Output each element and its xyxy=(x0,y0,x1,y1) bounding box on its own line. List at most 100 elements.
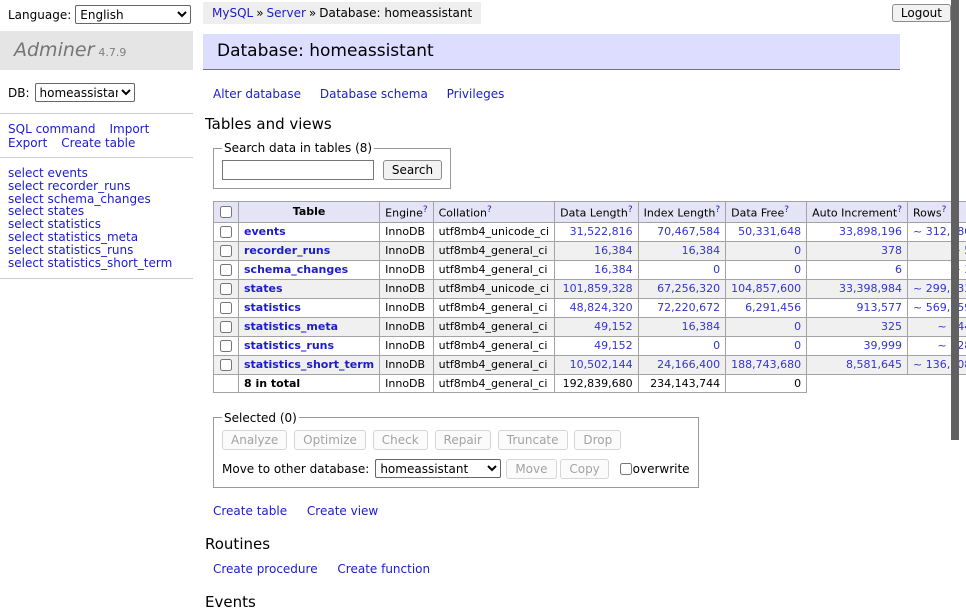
sidebar-item-select-events[interactable]: select events xyxy=(8,167,193,180)
move-db-select[interactable]: homeassistant xyxy=(375,459,501,478)
auto-increment-link[interactable]: 8,581,645 xyxy=(846,358,902,371)
help-icon[interactable]: ? xyxy=(897,205,902,215)
create-table-link[interactable]: Create table xyxy=(213,504,287,518)
table-name-link[interactable]: states xyxy=(244,282,283,295)
help-icon[interactable]: ? xyxy=(942,205,947,215)
sidebar-link-import[interactable]: Import xyxy=(109,122,149,136)
sidebar-item-select-recorder-runs[interactable]: select recorder_runs xyxy=(8,180,193,193)
data-length-link[interactable]: 31,522,816 xyxy=(570,225,633,238)
data-free-link[interactable]: 0 xyxy=(794,320,801,333)
sidebar-item-select-statistics-runs[interactable]: select statistics_runs xyxy=(8,244,193,257)
data-free-link[interactable]: 0 xyxy=(794,339,801,352)
select-all-checkbox[interactable] xyxy=(220,206,232,218)
auto-increment-link[interactable]: 33,398,984 xyxy=(839,282,902,295)
data-length-link[interactable]: 49,152 xyxy=(594,320,633,333)
truncate-button: Truncate xyxy=(498,430,568,450)
index-length-link[interactable]: 70,467,584 xyxy=(657,225,720,238)
create-function-link[interactable]: Create function xyxy=(337,562,430,576)
column-header-auto-increment: Auto Increment? xyxy=(807,202,908,223)
db-label: DB: xyxy=(8,86,30,100)
table-name-link[interactable]: events xyxy=(244,225,286,238)
data-length-link[interactable]: 48,824,320 xyxy=(570,301,633,314)
selected-fieldset: Selected (0) Analyze Optimize Check Repa… xyxy=(213,411,699,488)
index-length-link[interactable]: 0 xyxy=(713,263,720,276)
table-name-link[interactable]: schema_changes xyxy=(244,263,348,276)
column-header-data-length: Data Length? xyxy=(555,202,638,223)
row-checkbox[interactable] xyxy=(220,302,232,314)
table-name-link[interactable]: statistics_short_term xyxy=(244,358,374,371)
index-length-link[interactable]: 24,166,400 xyxy=(657,358,720,371)
data-free-link[interactable]: 0 xyxy=(794,244,801,257)
table-header-row: Table Engine? Collation? Data Length? In… xyxy=(214,202,966,223)
auto-increment-link[interactable]: 33,898,196 xyxy=(839,225,902,238)
alter-database-link[interactable]: Alter database xyxy=(213,87,301,101)
auto-increment-link[interactable]: 378 xyxy=(881,244,902,257)
auto-increment-link[interactable]: 39,999 xyxy=(864,339,903,352)
sidebar-link-sql-command[interactable]: SQL command xyxy=(8,122,95,136)
auto-increment-link[interactable]: 6 xyxy=(895,263,902,276)
data-length-link[interactable]: 101,859,328 xyxy=(563,282,633,295)
breadcrumb-link-server[interactable]: Server xyxy=(267,6,306,20)
privileges-link[interactable]: Privileges xyxy=(447,87,505,101)
scrollbar-thumb[interactable] xyxy=(951,0,959,440)
engine-cell: InnoDB xyxy=(380,298,433,317)
data-free-link[interactable]: 50,331,648 xyxy=(738,225,801,238)
help-icon[interactable]: ? xyxy=(628,205,633,215)
sidebar-item-select-statistics-short-term[interactable]: select statistics_short_term xyxy=(8,257,193,270)
help-icon[interactable]: ? xyxy=(715,205,720,215)
sidebar: Adminer4.7.9 DB:homeassistant SQL comman… xyxy=(0,0,193,279)
row-checkbox[interactable] xyxy=(220,283,232,295)
index-length-link[interactable]: 72,220,672 xyxy=(657,301,720,314)
data-free-link[interactable]: 0 xyxy=(794,263,801,276)
table-name-link[interactable]: statistics_runs xyxy=(244,339,334,352)
data-free-link[interactable]: 188,743,680 xyxy=(731,358,801,371)
sidebar-link-export[interactable]: Export xyxy=(8,136,47,150)
auto-increment-link[interactable]: 325 xyxy=(881,320,902,333)
create-links-row: Create table Create view xyxy=(213,504,900,518)
row-checkbox[interactable] xyxy=(220,245,232,257)
row-checkbox[interactable] xyxy=(220,226,232,238)
row-checkbox[interactable] xyxy=(220,321,232,333)
help-icon[interactable]: ? xyxy=(784,205,789,215)
logout-button[interactable]: Logout xyxy=(892,4,951,22)
search-input[interactable] xyxy=(222,160,374,180)
table-name-link[interactable]: statistics_meta xyxy=(244,320,338,333)
create-view-link[interactable]: Create view xyxy=(307,504,378,518)
engine-cell: InnoDB xyxy=(380,336,433,355)
tables-table: Table Engine? Collation? Data Length? In… xyxy=(213,201,966,393)
index-length-link[interactable]: 16,384 xyxy=(682,320,721,333)
row-checkbox[interactable] xyxy=(220,340,232,352)
sidebar-link-create-table[interactable]: Create table xyxy=(61,136,135,150)
data-length-link[interactable]: 16,384 xyxy=(594,244,633,257)
breadcrumb-separator: » xyxy=(256,6,263,20)
table-total-row: 8 in total InnoDB utf8mb4_general_ci 192… xyxy=(214,374,966,392)
data-length-link[interactable]: 10,502,144 xyxy=(570,358,633,371)
total-engine: InnoDB xyxy=(380,374,433,392)
engine-cell: InnoDB xyxy=(380,222,433,241)
data-free-link[interactable]: 104,857,600 xyxy=(731,282,801,295)
sidebar-item-select-statistics-meta[interactable]: select statistics_meta xyxy=(8,231,193,244)
data-length-link[interactable]: 49,152 xyxy=(594,339,633,352)
row-checkbox[interactable] xyxy=(220,359,232,371)
row-checkbox[interactable] xyxy=(220,264,232,276)
database-schema-link[interactable]: Database schema xyxy=(320,87,428,101)
db-select[interactable]: homeassistant xyxy=(35,83,135,102)
move-button: Move xyxy=(506,459,556,479)
search-button[interactable]: Search xyxy=(383,160,442,180)
index-length-link[interactable]: 0 xyxy=(713,339,720,352)
data-free-link[interactable]: 6,291,456 xyxy=(745,301,801,314)
breadcrumb-link-mysql[interactable]: MySQL xyxy=(212,6,253,20)
index-length-link[interactable]: 16,384 xyxy=(682,244,721,257)
help-icon[interactable]: ? xyxy=(423,205,428,215)
table-name-link[interactable]: statistics xyxy=(244,301,301,314)
data-length-link[interactable]: 16,384 xyxy=(594,263,633,276)
table-name-link[interactable]: recorder_runs xyxy=(244,244,330,257)
auto-increment-link[interactable]: 913,577 xyxy=(857,301,903,314)
app-version: 4.7.9 xyxy=(98,46,126,59)
help-icon[interactable]: ? xyxy=(487,205,492,215)
overwrite-checkbox[interactable] xyxy=(620,463,632,475)
create-procedure-link[interactable]: Create procedure xyxy=(213,562,318,576)
column-header-index-length: Index Length? xyxy=(638,202,726,223)
index-length-link[interactable]: 67,256,320 xyxy=(657,282,720,295)
engine-cell: InnoDB xyxy=(380,355,433,374)
